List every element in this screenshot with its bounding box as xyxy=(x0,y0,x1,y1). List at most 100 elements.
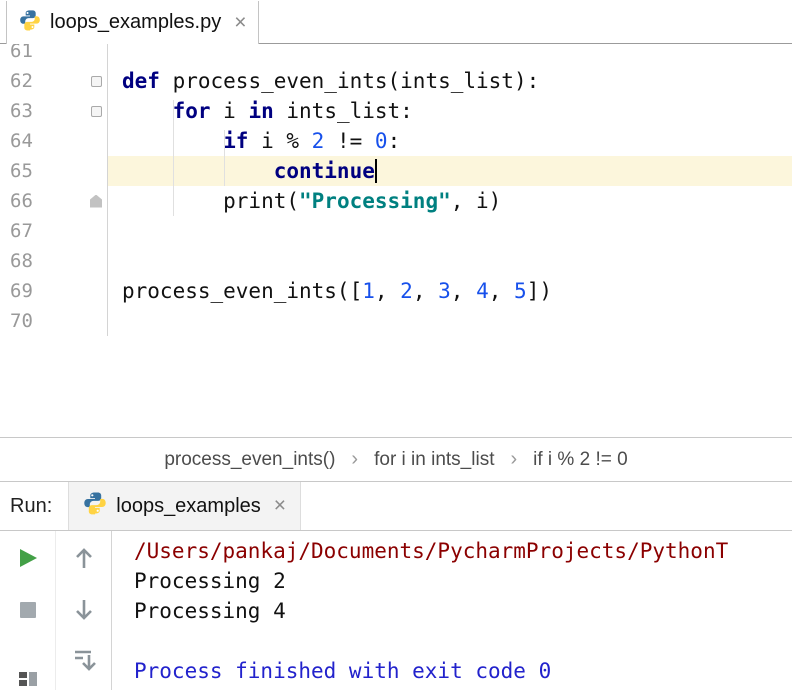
line-number: 66 xyxy=(10,190,33,212)
line-number: 68 xyxy=(10,250,33,272)
code-line[interactable]: 67 xyxy=(0,216,792,246)
gutter-fold-column xyxy=(48,66,108,96)
breadcrumb-item[interactable]: process_even_ints() xyxy=(164,449,335,471)
gutter-fold-column xyxy=(48,156,108,186)
code-token: 2 xyxy=(311,129,325,153)
console-line: Process finished with exit code 0 xyxy=(134,659,552,683)
code-line[interactable]: 64 if i % 2 != 0: xyxy=(0,126,792,156)
code-text: print("Processing", i) xyxy=(108,186,792,216)
code-token: , xyxy=(488,279,515,303)
code-line[interactable]: 66 print("Processing", i) xyxy=(0,186,792,216)
run-tool-header: Run: loops_examples × xyxy=(0,481,792,531)
code-token: ]) xyxy=(526,279,552,303)
line-number: 64 xyxy=(10,130,33,152)
console-line: Processing 2 xyxy=(134,569,286,593)
code-token: def xyxy=(122,69,160,93)
editor-tab-bar: loops_examples.py × xyxy=(0,0,792,44)
code-line[interactable]: 63 for i in ints_list: xyxy=(0,96,792,126)
stop-icon[interactable] xyxy=(19,601,37,619)
line-number: 70 xyxy=(10,310,33,332)
tab-close-icon[interactable]: × xyxy=(234,11,246,35)
code-token: for xyxy=(172,99,211,123)
code-text: continue xyxy=(108,156,792,186)
code-token: , xyxy=(412,279,439,303)
code-line[interactable]: 65 continue xyxy=(0,156,792,186)
run-tab-loops-examples[interactable]: loops_examples × xyxy=(68,482,302,530)
code-token: continue xyxy=(273,159,375,183)
text-caret xyxy=(374,159,377,183)
code-line[interactable]: 62 def process_even_ints(ints_list): xyxy=(0,66,792,96)
code-token: i xyxy=(210,99,249,123)
line-number: 62 xyxy=(10,70,33,92)
code-token: in xyxy=(248,99,274,123)
fold-marker-icon[interactable] xyxy=(90,194,102,208)
run-toolbar-right xyxy=(56,531,112,690)
code-token: if xyxy=(223,129,249,153)
down-arrow-icon[interactable] xyxy=(72,597,96,623)
code-line[interactable]: 69 process_even_ints([1, 2, 3, 4, 5]) xyxy=(0,276,792,306)
code-token: 2 xyxy=(400,279,413,303)
code-token: 5 xyxy=(514,279,527,303)
code-token: "Processing" xyxy=(299,189,451,213)
code-token: 4 xyxy=(476,279,489,303)
tab-title: loops_examples.py xyxy=(50,11,222,33)
breadcrumb-separator-icon: › xyxy=(510,448,518,470)
code-line[interactable]: 70 xyxy=(0,306,792,336)
code-token: , i) xyxy=(450,189,502,213)
breadcrumb-item[interactable]: if i % 2 != 0 xyxy=(533,449,628,471)
breadcrumb: process_even_ints() › for i in ints_list › i… xyxy=(0,437,792,481)
code-token: , xyxy=(374,279,401,303)
console-output: /Users/pankaj/Documents/PycharmProjects/… xyxy=(112,531,792,690)
indent-guide xyxy=(224,130,225,186)
python-file-icon xyxy=(19,9,41,37)
line-number: 63 xyxy=(10,100,33,122)
run-console: /Users/pankaj/Documents/PycharmProjects/… xyxy=(0,531,792,690)
line-number: 69 xyxy=(10,280,33,302)
code-token: ints_list: xyxy=(273,99,413,123)
fold-marker-icon[interactable] xyxy=(91,105,102,117)
code-line[interactable]: 68 xyxy=(0,246,792,276)
gutter-fold-column xyxy=(48,306,108,336)
code-line[interactable]: 61 xyxy=(0,44,792,66)
gutter-fold-column xyxy=(48,126,108,156)
gutter-fold-column xyxy=(48,186,108,216)
fold-marker-icon[interactable] xyxy=(91,75,102,87)
code-token: 0 xyxy=(374,129,388,153)
run-tab-title: loops_examples xyxy=(116,494,261,517)
gutter-fold-column xyxy=(48,44,108,66)
breadcrumb-item[interactable]: for i in ints_list xyxy=(374,449,494,471)
rerun-icon[interactable] xyxy=(17,547,39,569)
code-text: for i in ints_list: xyxy=(108,96,792,126)
code-token: 3 xyxy=(438,279,451,303)
code-token: 1 xyxy=(362,279,375,303)
tab-loops-examples-py[interactable]: loops_examples.py × xyxy=(6,1,260,44)
code-text: if i % 2 != 0: xyxy=(108,126,792,156)
code-token: process_even_ints(ints_list): xyxy=(159,69,540,93)
line-number: 67 xyxy=(10,220,33,242)
line-number: 61 xyxy=(10,44,33,62)
python-file-icon xyxy=(83,491,107,521)
code-editor[interactable]: 61 62 def process_even_ints(ints_list): 63 … xyxy=(0,44,792,437)
code-token: : xyxy=(387,129,401,153)
code-token: , xyxy=(450,279,477,303)
restore-layout-icon[interactable] xyxy=(18,671,38,687)
code-token: print( xyxy=(122,189,300,213)
code-token: i % xyxy=(248,129,312,153)
up-arrow-icon[interactable] xyxy=(72,545,96,571)
gutter-fold-column xyxy=(48,216,108,246)
code-text: def process_even_ints(ints_list): xyxy=(108,66,792,96)
breadcrumb-separator-icon: › xyxy=(351,448,359,470)
code-token: != xyxy=(324,129,375,153)
scroll-to-end-icon[interactable] xyxy=(71,647,97,673)
console-line: Processing 4 xyxy=(134,599,286,623)
gutter-fold-column xyxy=(48,276,108,306)
console-line: /Users/pankaj/Documents/PycharmProjects/… xyxy=(134,539,729,563)
run-tab-close-icon[interactable]: × xyxy=(274,494,286,518)
gutter-fold-column xyxy=(48,246,108,276)
